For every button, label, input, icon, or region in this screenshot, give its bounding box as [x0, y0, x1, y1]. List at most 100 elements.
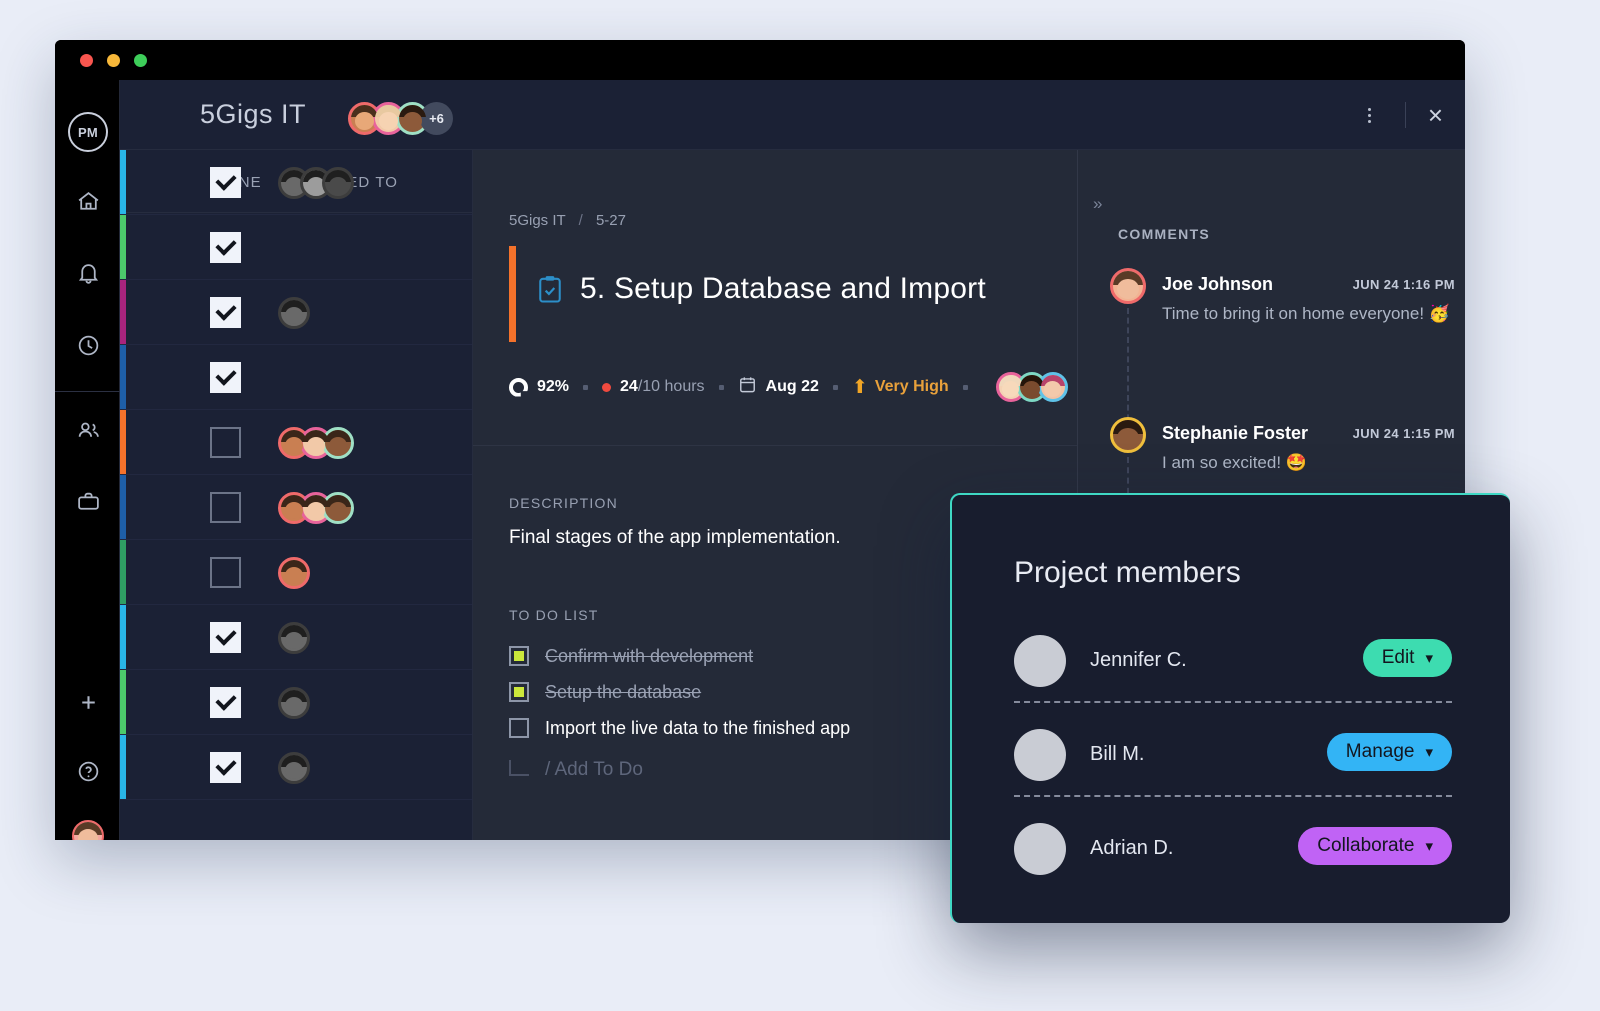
task-done-checkbox[interactable]: [210, 167, 241, 198]
chevron-down-icon: ▾: [1425, 743, 1433, 761]
task-list-panel: DONE ASSIGNED TO: [120, 150, 473, 840]
project-member-avatars[interactable]: +6: [348, 102, 453, 135]
hours-meta[interactable]: 24 /10 hours: [602, 378, 705, 396]
task-assignee-avatars[interactable]: [278, 557, 310, 589]
avatar[interactable]: [1110, 417, 1146, 453]
task-assignee-avatars[interactable]: [278, 622, 310, 654]
avatar[interactable]: [322, 492, 354, 524]
task-rows: [120, 150, 472, 800]
todo-checkbox[interactable]: [509, 682, 529, 702]
table-row[interactable]: [120, 280, 472, 345]
task-done-checkbox[interactable]: [210, 557, 241, 588]
task-color-bar: [120, 280, 126, 344]
more-options-icon[interactable]: [1357, 102, 1383, 128]
table-row[interactable]: [120, 735, 472, 800]
breadcrumb-separator: /: [579, 212, 583, 229]
todo-checkbox[interactable]: [509, 718, 529, 738]
task-done-checkbox[interactable]: [210, 297, 241, 328]
current-user-avatar[interactable]: [72, 820, 104, 840]
avatar[interactable]: [1014, 635, 1066, 687]
member-role-button[interactable]: Collaborate ▾: [1298, 827, 1452, 865]
avatar[interactable]: [396, 102, 429, 135]
task-accent-bar: [509, 246, 516, 342]
help-icon[interactable]: [72, 755, 104, 787]
task-assignee-avatars[interactable]: [278, 752, 310, 784]
priority-meta[interactable]: ⬆ Very High: [852, 378, 949, 397]
priority-arrow-icon: ⬆: [852, 378, 868, 397]
table-row[interactable]: [120, 215, 472, 280]
member-row: Jennifer C. Edit ▾: [1014, 635, 1452, 697]
member-row: Bill M. Manage ▾: [1014, 729, 1452, 791]
avatar[interactable]: [322, 167, 354, 199]
avatar[interactable]: [278, 297, 310, 329]
member-role-button[interactable]: Edit ▾: [1363, 639, 1452, 677]
todo-branch-icon: [509, 760, 529, 776]
avatar[interactable]: [278, 687, 310, 719]
table-row[interactable]: [120, 410, 472, 475]
avatar[interactable]: [1014, 823, 1066, 875]
task-assignee-avatars[interactable]: [278, 167, 354, 199]
avatar[interactable]: [278, 752, 310, 784]
task-assignee-avatars[interactable]: [278, 687, 310, 719]
task-color-bar: [120, 150, 126, 214]
table-row[interactable]: [120, 670, 472, 735]
home-icon[interactable]: [72, 185, 104, 217]
avatar[interactable]: [322, 427, 354, 459]
plus-icon[interactable]: [72, 686, 104, 718]
description-text[interactable]: Final stages of the app implementation.: [509, 527, 841, 549]
member-name: Jennifer C.: [1090, 649, 1187, 672]
task-assignee-avatars[interactable]: [278, 297, 310, 329]
comment-author: Stephanie Foster: [1162, 423, 1308, 444]
add-todo-placeholder: / Add To Do: [545, 759, 643, 781]
breadcrumb-project[interactable]: 5Gigs IT: [509, 212, 565, 229]
task-assignee-avatars[interactable]: [278, 492, 354, 524]
task-done-checkbox[interactable]: [210, 687, 241, 718]
todo-item[interactable]: Setup the database: [509, 674, 850, 710]
progress-meta[interactable]: 92%: [509, 378, 569, 397]
todo-item[interactable]: Confirm with development: [509, 638, 850, 674]
avatar[interactable]: [1014, 729, 1066, 781]
collapse-panel-icon[interactable]: »: [1093, 194, 1100, 214]
member-divider: [1014, 795, 1452, 797]
table-row[interactable]: [120, 605, 472, 670]
hours-total: /10 hours: [638, 378, 705, 396]
due-date-meta[interactable]: Aug 22: [738, 375, 819, 399]
window-minimize-button[interactable]: [107, 54, 120, 67]
header-divider: [1405, 102, 1406, 128]
task-color-bar: [120, 215, 126, 279]
breadcrumb-task-id[interactable]: 5-27: [596, 212, 626, 229]
rail-divider: [55, 391, 120, 392]
briefcase-icon[interactable]: [72, 485, 104, 517]
avatar[interactable]: [1110, 268, 1146, 304]
comment-timestamp: JUN 24 1:16 PM: [1353, 277, 1455, 292]
task-done-checkbox[interactable]: [210, 752, 241, 783]
member-role-button[interactable]: Manage ▾: [1327, 733, 1452, 771]
task-done-checkbox[interactable]: [210, 622, 241, 653]
table-row[interactable]: [120, 150, 472, 215]
todo-checkbox[interactable]: [509, 646, 529, 666]
app-logo[interactable]: PM: [68, 112, 108, 152]
clock-icon[interactable]: [72, 329, 104, 361]
avatar[interactable]: [278, 557, 310, 589]
comments-label: COMMENTS: [1118, 226, 1210, 242]
task-done-checkbox[interactable]: [210, 427, 241, 458]
add-todo-input[interactable]: / Add To Do: [509, 750, 850, 790]
task-assignee-avatars[interactable]: [996, 372, 1068, 402]
close-icon[interactable]: ×: [1428, 103, 1443, 127]
bell-icon[interactable]: [72, 257, 104, 289]
task-done-checkbox[interactable]: [210, 232, 241, 263]
comment-message: I am so excited! 🤩: [1162, 453, 1307, 473]
window-maximize-button[interactable]: [134, 54, 147, 67]
avatar[interactable]: [278, 622, 310, 654]
table-row[interactable]: [120, 475, 472, 540]
todo-item[interactable]: Import the live data to the finished app: [509, 710, 850, 746]
window-close-button[interactable]: [80, 54, 93, 67]
member-name: Adrian D.: [1090, 837, 1173, 860]
task-done-checkbox[interactable]: [210, 492, 241, 523]
table-row[interactable]: [120, 345, 472, 410]
table-row[interactable]: [120, 540, 472, 605]
task-assignee-avatars[interactable]: [278, 427, 354, 459]
people-icon[interactable]: [72, 414, 104, 446]
task-done-checkbox[interactable]: [210, 362, 241, 393]
avatar[interactable]: [1038, 372, 1068, 402]
